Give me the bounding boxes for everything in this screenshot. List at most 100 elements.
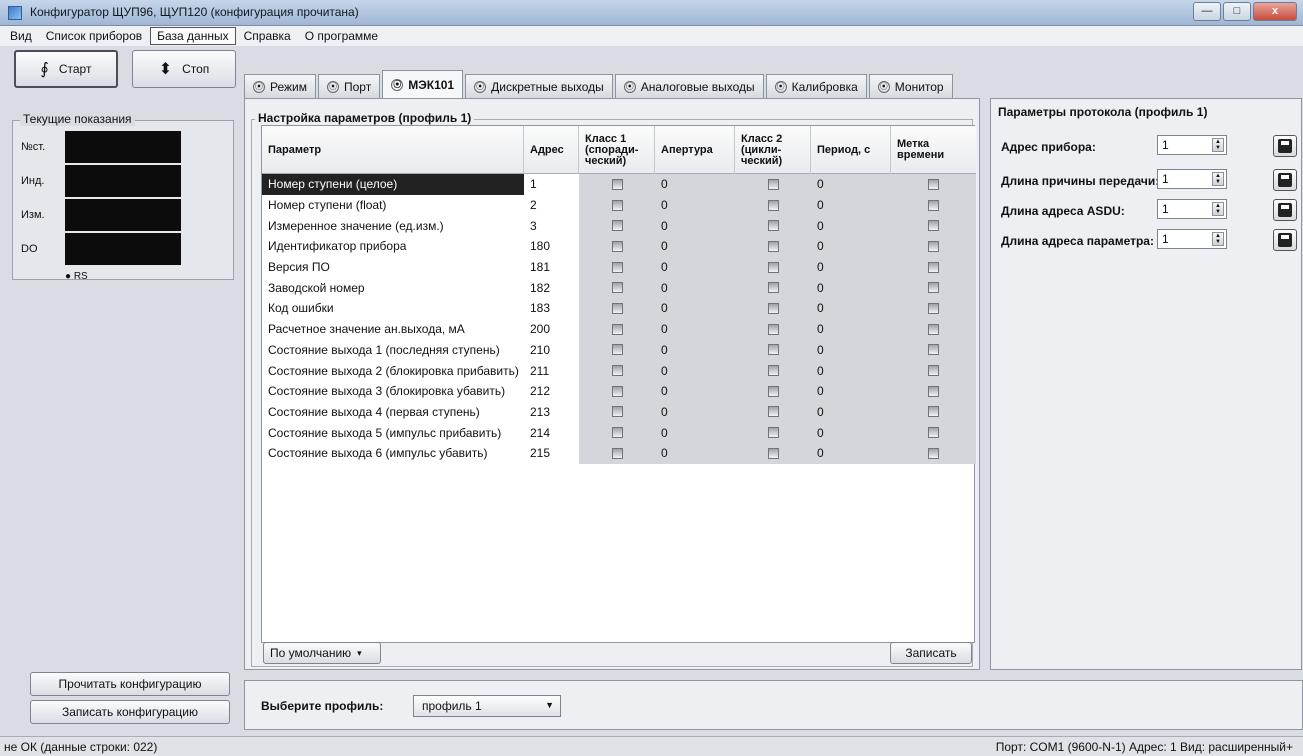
checkbox[interactable] bbox=[928, 365, 939, 377]
class1-cell[interactable] bbox=[579, 318, 655, 340]
checkbox[interactable] bbox=[767, 178, 779, 190]
checkbox[interactable] bbox=[611, 365, 623, 377]
checkbox[interactable] bbox=[611, 178, 623, 190]
checkbox[interactable] bbox=[611, 406, 623, 418]
table-row[interactable]: Расчетное значение ан.выхода, мА 200 0 0 bbox=[262, 318, 976, 340]
period-cell[interactable]: 0 bbox=[811, 401, 891, 423]
spin-arrows-icon[interactable]: ▲ ▼ bbox=[1212, 232, 1224, 246]
period-cell[interactable]: 0 bbox=[811, 339, 891, 361]
checkbox[interactable] bbox=[611, 261, 623, 273]
param-address-cell[interactable]: 213 bbox=[524, 402, 579, 423]
write-config-button[interactable]: Записать конфигурацию bbox=[30, 700, 230, 724]
param-address-cell[interactable]: 211 bbox=[524, 360, 579, 381]
class2-cell[interactable] bbox=[735, 236, 811, 257]
timestamp-cell[interactable] bbox=[891, 318, 976, 340]
tab-iec101[interactable]: ⦿ МЭК101 bbox=[382, 70, 464, 98]
param-address-length-input[interactable]: 1 ▲ ▼ bbox=[1157, 229, 1227, 249]
menu-help[interactable]: Справка bbox=[238, 28, 297, 44]
checkbox[interactable] bbox=[928, 178, 939, 190]
checkbox[interactable] bbox=[767, 302, 779, 314]
write-params-button[interactable]: Записать bbox=[890, 642, 972, 664]
param-name-cell[interactable]: Состояние выхода 5 (импульс прибавить) bbox=[262, 422, 524, 443]
class2-cell[interactable] bbox=[735, 442, 811, 464]
table-row[interactable]: Состояние выхода 6 (импульс убавить) 215 0… bbox=[262, 442, 976, 464]
table-row[interactable]: Версия ПО 181 0 0 bbox=[262, 256, 976, 278]
aperture-cell[interactable]: 0 bbox=[655, 215, 735, 237]
aperture-cell[interactable]: 0 bbox=[655, 174, 735, 195]
header-class1[interactable]: Класс 1 (споради- ческий) bbox=[579, 126, 655, 174]
asdu-address-length-input[interactable]: 1 ▲ ▼ bbox=[1157, 199, 1227, 219]
checkbox[interactable] bbox=[767, 282, 779, 294]
class1-cell[interactable] bbox=[579, 277, 655, 299]
param-name-cell[interactable]: Состояние выхода 6 (импульс убавить) bbox=[262, 443, 524, 464]
checkbox[interactable] bbox=[928, 323, 939, 335]
stop-button[interactable]: ⬍ Стоп bbox=[132, 50, 236, 88]
tab-calibration[interactable]: ⦿ Калибровка bbox=[765, 74, 867, 98]
class2-cell[interactable] bbox=[735, 360, 811, 381]
checkbox[interactable] bbox=[611, 240, 623, 252]
period-cell[interactable]: 0 bbox=[811, 422, 891, 443]
aperture-cell[interactable]: 0 bbox=[655, 318, 735, 340]
param-address-cell[interactable]: 181 bbox=[524, 257, 579, 278]
class1-cell[interactable] bbox=[579, 256, 655, 278]
tab-mode[interactable]: ⦿ Режим bbox=[244, 74, 316, 98]
spin-arrows-icon[interactable]: ▲ ▼ bbox=[1212, 172, 1224, 186]
class1-cell[interactable] bbox=[579, 422, 655, 443]
checkbox[interactable] bbox=[767, 240, 779, 252]
param-name-cell[interactable]: Расчетное значение ан.выхода, мА bbox=[262, 319, 524, 340]
tab-analog-outputs[interactable]: ⦿ Аналоговые выходы bbox=[614, 74, 764, 98]
table-row[interactable]: Код ошибки 183 0 0 bbox=[262, 298, 976, 319]
period-cell[interactable]: 0 bbox=[811, 318, 891, 340]
class2-cell[interactable] bbox=[735, 194, 811, 216]
device-address-input[interactable]: 1 ▲ ▼ bbox=[1157, 135, 1227, 155]
checkbox[interactable] bbox=[611, 302, 623, 314]
checkbox[interactable] bbox=[767, 447, 779, 459]
class1-cell[interactable] bbox=[579, 339, 655, 361]
save-param-address-length-button[interactable] bbox=[1273, 229, 1297, 251]
aperture-cell[interactable]: 0 bbox=[655, 401, 735, 423]
table-row[interactable]: Состояние выхода 4 (первая ступень) 213 0 0 bbox=[262, 401, 976, 423]
aperture-cell[interactable]: 0 bbox=[655, 339, 735, 361]
param-name-cell[interactable]: Состояние выхода 2 (блокировка прибавить… bbox=[262, 360, 524, 381]
class1-cell[interactable] bbox=[579, 236, 655, 257]
close-button[interactable]: x bbox=[1253, 2, 1297, 21]
class2-cell[interactable] bbox=[735, 277, 811, 299]
defaults-dropdown-button[interactable]: По умолчанию ▾ bbox=[263, 642, 381, 664]
aperture-cell[interactable]: 0 bbox=[655, 442, 735, 464]
table-row[interactable]: Идентификатор прибора 180 0 0 bbox=[262, 236, 976, 257]
period-cell[interactable]: 0 bbox=[811, 442, 891, 464]
checkbox[interactable] bbox=[611, 199, 623, 211]
timestamp-cell[interactable] bbox=[891, 360, 976, 381]
checkbox[interactable] bbox=[767, 385, 779, 397]
aperture-cell[interactable]: 0 bbox=[655, 360, 735, 381]
checkbox[interactable] bbox=[928, 282, 939, 294]
checkbox[interactable] bbox=[928, 406, 939, 418]
checkbox[interactable] bbox=[928, 344, 939, 356]
checkbox[interactable] bbox=[767, 406, 779, 418]
save-device-address-button[interactable] bbox=[1273, 135, 1297, 157]
param-address-cell[interactable]: 214 bbox=[524, 422, 579, 443]
param-name-cell[interactable]: Состояние выхода 4 (первая ступень) bbox=[262, 402, 524, 423]
timestamp-cell[interactable] bbox=[891, 422, 976, 443]
checkbox[interactable] bbox=[928, 261, 939, 273]
param-address-cell[interactable]: 180 bbox=[524, 236, 579, 257]
class2-cell[interactable] bbox=[735, 318, 811, 340]
param-address-cell[interactable]: 210 bbox=[524, 340, 579, 361]
class2-cell[interactable] bbox=[735, 298, 811, 319]
param-address-cell[interactable]: 215 bbox=[524, 443, 579, 464]
spin-arrows-icon[interactable]: ▲ ▼ bbox=[1212, 202, 1224, 216]
period-cell[interactable]: 0 bbox=[811, 215, 891, 237]
period-cell[interactable]: 0 bbox=[811, 194, 891, 216]
tab-port[interactable]: ⦿ Порт bbox=[318, 74, 381, 98]
table-row[interactable]: Измеренное значение (ед.изм.) 3 0 0 bbox=[262, 215, 976, 237]
checkbox[interactable] bbox=[767, 344, 779, 356]
checkbox[interactable] bbox=[611, 427, 623, 439]
class2-cell[interactable] bbox=[735, 215, 811, 237]
checkbox[interactable] bbox=[928, 220, 939, 232]
tab-monitor[interactable]: ⦿ Монитор bbox=[868, 74, 953, 98]
class1-cell[interactable] bbox=[579, 401, 655, 423]
header-addr[interactable]: Адрес bbox=[524, 126, 579, 174]
menu-view[interactable]: Вид bbox=[4, 28, 38, 44]
param-address-cell[interactable]: 182 bbox=[524, 277, 579, 298]
checkbox[interactable] bbox=[767, 220, 779, 232]
